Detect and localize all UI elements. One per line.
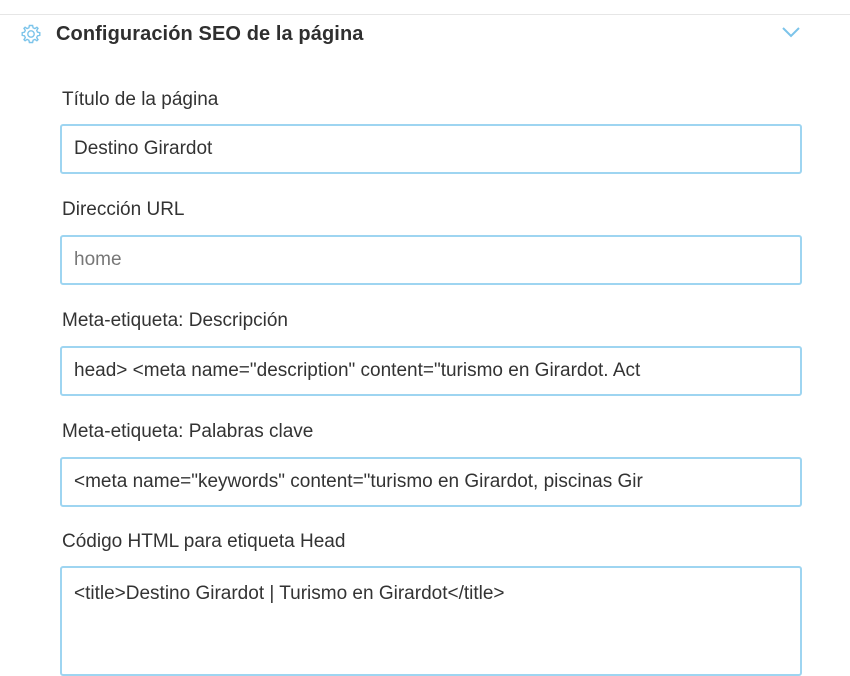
section-title: Configuración SEO de la página bbox=[56, 23, 364, 45]
page-title-input[interactable] bbox=[60, 124, 802, 174]
page-title-label: Título de la página bbox=[62, 89, 219, 110]
meta-description-input[interactable] bbox=[60, 346, 802, 396]
meta-keywords-input[interactable] bbox=[60, 457, 802, 507]
head-html-label: Código HTML para etiqueta Head bbox=[62, 531, 346, 552]
meta-keywords-label: Meta-etiqueta: Palabras clave bbox=[62, 421, 314, 442]
gear-icon bbox=[20, 23, 42, 45]
url-label: Dirección URL bbox=[62, 199, 185, 220]
meta-description-label: Meta-etiqueta: Descripción bbox=[62, 310, 288, 331]
seo-section-header[interactable]: Configuración SEO de la página bbox=[0, 15, 850, 53]
url-input[interactable] bbox=[60, 235, 802, 285]
chevron-down-icon[interactable] bbox=[781, 25, 801, 39]
head-html-textarea[interactable]: <title>Destino Girardot | Turismo en Gir… bbox=[60, 566, 802, 676]
